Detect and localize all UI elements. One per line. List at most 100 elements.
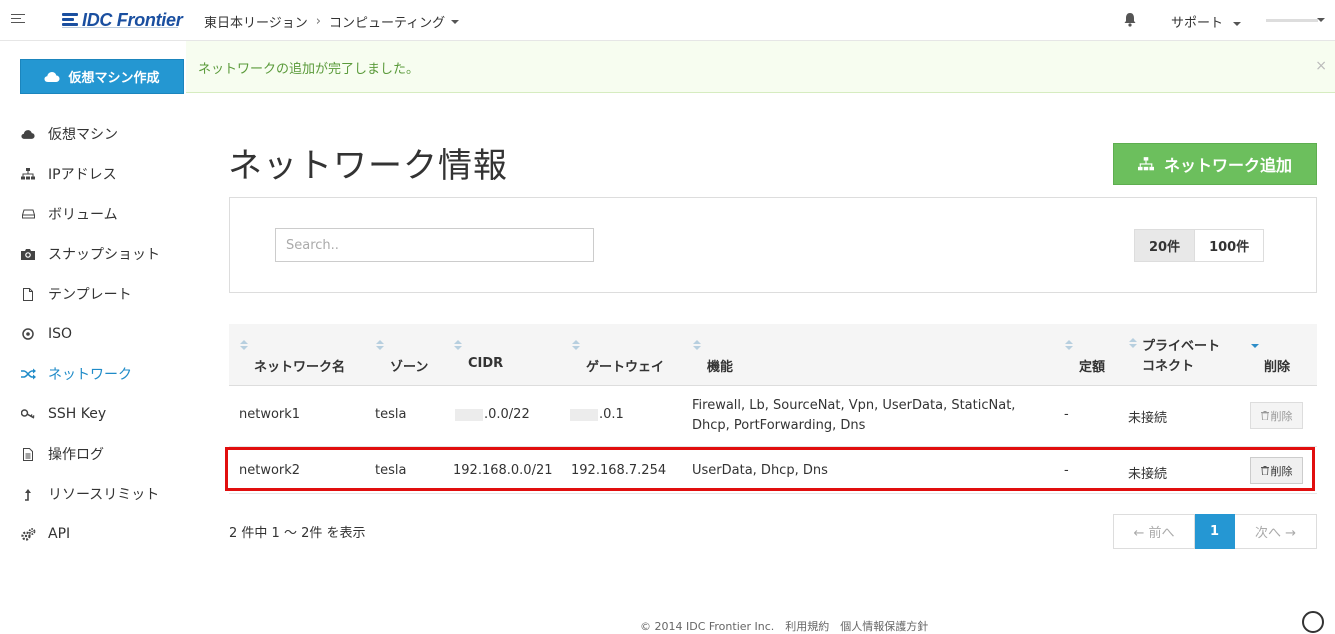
column-header-zone[interactable]: ゾーン	[390, 356, 428, 375]
sidebar-item-volume[interactable]: ボリューム	[0, 194, 200, 234]
logo-underline	[62, 27, 178, 28]
results-summary: 2 件中 1 〜 2件 を表示	[229, 526, 366, 541]
sitemap-icon	[1137, 157, 1154, 171]
highlight-box	[225, 447, 1315, 491]
support-menu[interactable]: サポート	[1171, 12, 1242, 31]
close-icon[interactable]: ×	[1315, 58, 1327, 74]
sort-icon[interactable]	[454, 340, 462, 350]
sidebar-item-label: ISO	[48, 326, 73, 342]
sitemap-icon	[20, 166, 36, 182]
user-name-masked[interactable]	[1266, 19, 1318, 22]
breadcrumb-service[interactable]: コンピューティング	[329, 12, 445, 31]
menu-icon[interactable]	[11, 14, 25, 24]
sidebar: 仮想マシン IPアドレス ボリューム スナップショット テンプレート ISO ネ…	[0, 114, 200, 554]
shuffle-icon	[20, 366, 36, 382]
document-icon	[20, 446, 36, 462]
sidebar-item-label: テンプレート	[48, 287, 132, 303]
next-page-button[interactable]: 次へ →	[1235, 514, 1317, 549]
breadcrumb: 東日本リージョン › コンピューティング	[204, 12, 460, 31]
sidebar-item-label: API	[48, 526, 71, 542]
create-vm-label: 仮想マシン作成	[68, 71, 160, 86]
sidebar-item-api[interactable]: API	[0, 514, 200, 554]
column-header-flat-rate[interactable]: 定額	[1079, 356, 1105, 375]
search-panel: 20件 100件	[229, 197, 1317, 293]
sort-icon[interactable]	[240, 340, 248, 350]
sidebar-item-label: 操作ログ	[48, 447, 104, 463]
hdd-icon	[20, 206, 36, 222]
column-header-private-connect-line2: コネクト	[1142, 359, 1195, 374]
gears-icon	[20, 526, 36, 542]
footer: © 2014 IDC Frontier Inc. 利用規約 個人情報保護方針	[640, 620, 929, 633]
sidebar-item-label: SSH Key	[48, 406, 107, 422]
page-1-button[interactable]: 1	[1195, 514, 1235, 549]
sidebar-item-label: ボリューム	[48, 207, 118, 223]
bell-icon[interactable]	[1123, 12, 1137, 27]
cell-private-connect: 未接続	[1128, 411, 1168, 426]
sidebar-item-label: 仮想マシン	[48, 127, 118, 143]
sidebar-item-label: ネットワーク	[48, 367, 132, 383]
support-label: サポート	[1171, 16, 1224, 31]
sidebar-item-vm[interactable]: 仮想マシン	[0, 114, 200, 154]
sort-icon[interactable]	[1129, 338, 1137, 348]
cell-features: Firewall, Lb, SourceNat, Vpn, UserData, …	[692, 398, 1016, 413]
column-header-gateway[interactable]: ゲートウェイ	[586, 356, 664, 375]
scroll-to-top-icon[interactable]	[1302, 611, 1324, 633]
sidebar-item-label: IPアドレス	[48, 167, 117, 183]
sidebar-item-operation-log[interactable]: 操作ログ	[0, 434, 200, 474]
cell-cidr: .0.0/22	[455, 407, 530, 422]
column-header-delete: 削除	[1264, 360, 1291, 375]
file-icon	[20, 286, 36, 302]
disc-icon	[20, 326, 36, 342]
sidebar-item-label: スナップショット	[48, 247, 160, 263]
table-row: network1 tesla .0.0/22 .0.1 Firewall, Lb…	[229, 386, 1317, 447]
column-header-features[interactable]: 機能	[707, 356, 733, 375]
search-input[interactable]	[275, 228, 594, 262]
chevron-down-icon[interactable]	[451, 19, 460, 24]
top-bar: IDC Frontier 東日本リージョン › コンピューティング サポート	[0, 0, 1335, 41]
page-size-toggle: 20件 100件	[1134, 229, 1265, 262]
sort-desc-icon[interactable]	[1251, 341, 1259, 351]
sidebar-item-label: リソースリミット	[48, 487, 160, 503]
cidr-suffix: .0.0/22	[484, 407, 530, 422]
sidebar-item-template[interactable]: テンプレート	[0, 274, 200, 314]
delete-label: 削除	[1270, 409, 1293, 423]
page-title: ネットワーク情報	[228, 146, 508, 186]
column-header-cidr[interactable]: CIDR	[468, 356, 503, 371]
logo[interactable]: IDC Frontier	[62, 8, 183, 32]
delete-button[interactable]: 削除	[1250, 402, 1303, 429]
create-vm-button[interactable]: 仮想マシン作成	[20, 59, 184, 94]
success-alert: ネットワークの追加が完了しました。 ×	[186, 41, 1335, 93]
masked-value	[455, 408, 483, 421]
level-up-icon	[20, 486, 36, 502]
trash-icon	[1260, 411, 1269, 420]
column-header-private-connect[interactable]: プライベート	[1142, 335, 1220, 354]
add-network-button[interactable]: ネットワーク追加	[1113, 143, 1317, 185]
cloud-icon	[44, 72, 60, 82]
sort-icon[interactable]	[693, 340, 701, 350]
sort-icon[interactable]	[572, 340, 580, 350]
sidebar-item-resource-limit[interactable]: リソースリミット	[0, 474, 200, 514]
pagination: ← 前へ 1 次へ →	[1113, 514, 1317, 549]
sidebar-item-ssh-key[interactable]: SSH Key	[0, 394, 200, 434]
sidebar-item-snapshot[interactable]: スナップショット	[0, 234, 200, 274]
user-chevron-down-icon[interactable]	[1317, 18, 1325, 22]
cell-gateway: .0.1	[570, 407, 624, 422]
alert-message: ネットワークの追加が完了しました。	[198, 62, 420, 77]
page-size-20[interactable]: 20件	[1134, 229, 1196, 262]
column-header-name[interactable]: ネットワーク名	[254, 356, 345, 375]
sort-icon[interactable]	[376, 340, 384, 350]
prev-page-button[interactable]: ← 前へ	[1113, 514, 1195, 549]
add-network-label: ネットワーク追加	[1163, 156, 1292, 175]
cell-network-name[interactable]: network1	[239, 407, 300, 422]
page-size-100[interactable]: 100件	[1195, 229, 1265, 262]
cell-features-line2: Dhcp, PortForwarding, Dns	[692, 418, 866, 433]
sidebar-item-iso[interactable]: ISO	[0, 314, 200, 354]
sidebar-item-network[interactable]: ネットワーク	[0, 354, 200, 394]
key-icon	[20, 406, 36, 422]
gateway-suffix: .0.1	[599, 407, 624, 422]
masked-value	[570, 408, 598, 421]
sort-icon[interactable]	[1065, 340, 1073, 350]
cell-zone: tesla	[375, 407, 407, 422]
breadcrumb-region[interactable]: 東日本リージョン	[204, 12, 308, 31]
sidebar-item-ip-address[interactable]: IPアドレス	[0, 154, 200, 194]
